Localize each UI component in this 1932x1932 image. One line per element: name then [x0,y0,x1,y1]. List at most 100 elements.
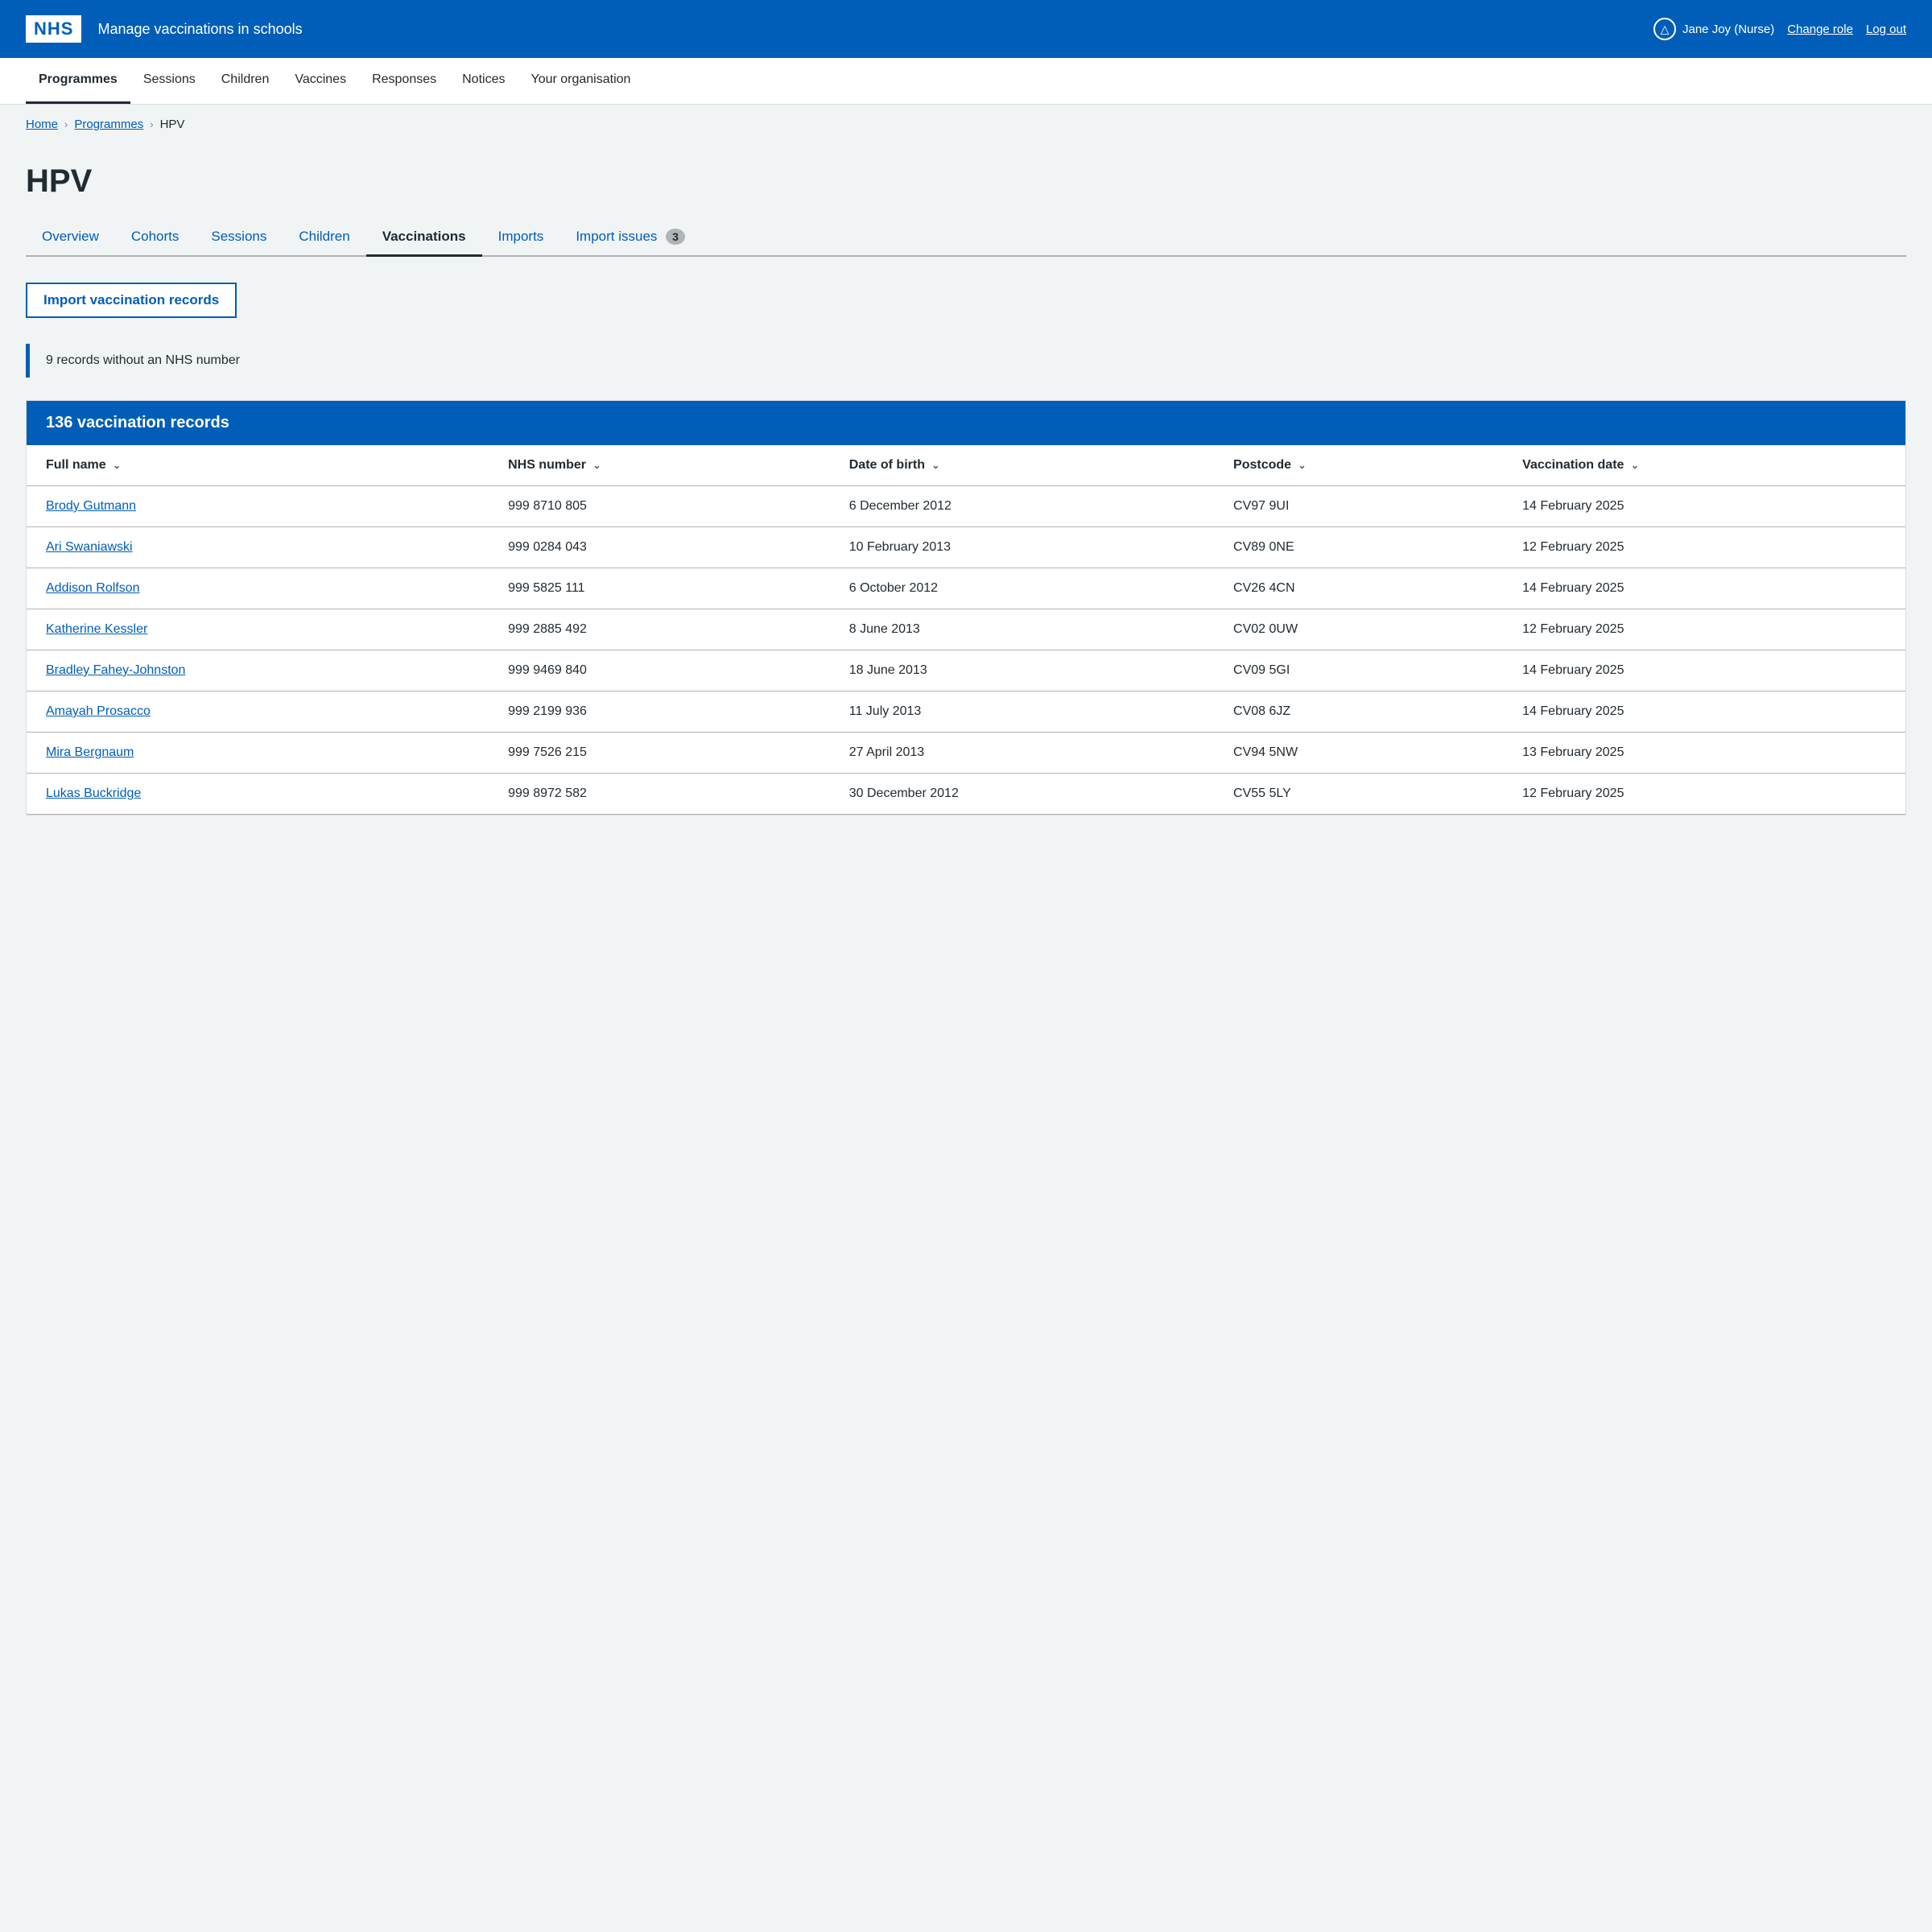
cell-vax-date-0: 14 February 2025 [1503,486,1905,527]
cell-name-7: Lukas Buckridge [27,774,489,815]
cell-vax-date-2: 14 February 2025 [1503,568,1905,609]
tab-import-issues[interactable]: Import issues 3 [559,219,701,257]
cell-vax-date-6: 13 February 2025 [1503,733,1905,774]
cell-nhs-4: 999 9469 840 [489,650,830,691]
cell-nhs-7: 999 8972 582 [489,774,830,815]
tab-children[interactable]: Children [283,219,365,257]
warning-notice: 9 records without an NHS number [26,344,1906,378]
cell-dob-0: 6 December 2012 [830,486,1214,527]
cell-vax-date-7: 12 February 2025 [1503,774,1905,815]
nav-item-programmes[interactable]: Programmes [26,58,130,104]
cell-dob-1: 10 February 2013 [830,527,1214,568]
cell-name-6: Mira Bergnaum [27,733,489,774]
tab-overview[interactable]: Overview [26,219,115,257]
cell-postcode-0: CV97 9UI [1214,486,1503,527]
sort-icon-dob: ⌄ [931,460,939,471]
sort-icon-nhs: ⌄ [592,460,601,471]
nav-item-vaccines[interactable]: Vaccines [282,58,359,104]
user-icon: △ [1653,18,1676,40]
table-row: Amayah Prosacco 999 2199 936 11 July 201… [27,691,1905,733]
sort-icon-postcode: ⌄ [1298,460,1306,471]
breadcrumb-programmes[interactable]: Programmes [74,118,143,131]
import-issues-badge: 3 [666,229,685,245]
change-role-link[interactable]: Change role [1787,23,1853,36]
nav-item-sessions[interactable]: Sessions [130,58,208,104]
cell-nhs-2: 999 5825 111 [489,568,830,609]
cell-name-2: Addison Rolfson [27,568,489,609]
header-right: △ Jane Joy (Nurse) Change role Log out [1653,18,1906,40]
tab-vaccinations[interactable]: Vaccinations [366,219,482,257]
patient-link-7[interactable]: Lukas Buckridge [46,786,141,800]
vaccination-records-table: Full name ⌄ NHS number ⌄ Date of birth ⌄… [27,445,1905,815]
table-row: Katherine Kessler 999 2885 492 8 June 20… [27,609,1905,650]
site-header: NHS Manage vaccinations in schools △ Jan… [0,0,1932,58]
breadcrumb-sep-2: › [150,118,153,130]
cell-name-3: Katherine Kessler [27,609,489,650]
cell-dob-5: 11 July 2013 [830,691,1214,733]
nav-item-notices[interactable]: Notices [449,58,518,104]
cell-nhs-5: 999 2199 936 [489,691,830,733]
nav-item-children[interactable]: Children [208,58,283,104]
table-row: Mira Bergnaum 999 7526 215 27 April 2013… [27,733,1905,774]
breadcrumb-sep-1: › [64,118,68,130]
records-count-text: 136 vaccination records [46,414,229,431]
cell-dob-2: 6 October 2012 [830,568,1214,609]
patient-link-6[interactable]: Mira Bergnaum [46,745,134,759]
cell-vax-date-3: 12 February 2025 [1503,609,1905,650]
col-header-dob[interactable]: Date of birth ⌄ [830,445,1214,486]
tab-sessions[interactable]: Sessions [195,219,283,257]
table-header-row: Full name ⌄ NHS number ⌄ Date of birth ⌄… [27,445,1905,486]
site-title: Manage vaccinations in schools [97,21,302,38]
cell-nhs-1: 999 0284 043 [489,527,830,568]
breadcrumb-current: HPV [160,118,185,131]
col-header-postcode[interactable]: Postcode ⌄ [1214,445,1503,486]
main-content: HPV Overview Cohorts Sessions Children V… [0,144,1932,854]
patient-link-5[interactable]: Amayah Prosacco [46,704,151,718]
table-row: Lukas Buckridge 999 8972 582 30 December… [27,774,1905,815]
cell-postcode-1: CV89 0NE [1214,527,1503,568]
sort-icon-name: ⌄ [113,460,121,471]
nav-item-responses[interactable]: Responses [359,58,449,104]
user-name: Jane Joy (Nurse) [1682,23,1774,36]
cell-postcode-4: CV09 5GI [1214,650,1503,691]
records-count-header: 136 vaccination records [27,401,1905,445]
tab-imports[interactable]: Imports [482,219,560,257]
table-row: Bradley Fahey-Johnston 999 9469 840 18 J… [27,650,1905,691]
col-header-full-name[interactable]: Full name ⌄ [27,445,489,486]
breadcrumb: Home › Programmes › HPV [0,105,1932,144]
patient-link-4[interactable]: Bradley Fahey-Johnston [46,663,185,677]
nav-item-your-organisation[interactable]: Your organisation [518,58,643,104]
header-left: NHS Manage vaccinations in schools [26,15,303,43]
table-row: Ari Swaniawski 999 0284 043 10 February … [27,527,1905,568]
col-header-vaccination-date[interactable]: Vaccination date ⌄ [1503,445,1905,486]
patient-link-2[interactable]: Addison Rolfson [46,581,140,595]
log-out-link[interactable]: Log out [1866,23,1906,36]
cell-dob-4: 18 June 2013 [830,650,1214,691]
main-nav: Programmes Sessions Children Vaccines Re… [0,58,1932,105]
sort-icon-vax-date: ⌄ [1631,460,1639,471]
patient-link-0[interactable]: Brody Gutmann [46,499,136,513]
cell-nhs-3: 999 2885 492 [489,609,830,650]
cell-dob-6: 27 April 2013 [830,733,1214,774]
cell-name-4: Bradley Fahey-Johnston [27,650,489,691]
patient-link-3[interactable]: Katherine Kessler [46,622,147,636]
import-vaccination-records-button[interactable]: Import vaccination records [26,283,237,318]
cell-dob-7: 30 December 2012 [830,774,1214,815]
cell-postcode-7: CV55 5LY [1214,774,1503,815]
cell-dob-3: 8 June 2013 [830,609,1214,650]
tab-bar: Overview Cohorts Sessions Children Vacci… [26,219,1906,257]
tab-cohorts[interactable]: Cohorts [115,219,196,257]
cell-name-0: Brody Gutmann [27,486,489,527]
cell-vax-date-1: 12 February 2025 [1503,527,1905,568]
breadcrumb-home[interactable]: Home [26,118,58,131]
cell-vax-date-5: 14 February 2025 [1503,691,1905,733]
col-header-nhs-number[interactable]: NHS number ⌄ [489,445,830,486]
cell-postcode-3: CV02 0UW [1214,609,1503,650]
warning-text: 9 records without an NHS number [46,353,240,367]
patient-link-1[interactable]: Ari Swaniawski [46,540,133,554]
cell-vax-date-4: 14 February 2025 [1503,650,1905,691]
user-info: △ Jane Joy (Nurse) [1653,18,1774,40]
table-row: Brody Gutmann 999 8710 805 6 December 20… [27,486,1905,527]
cell-name-5: Amayah Prosacco [27,691,489,733]
cell-postcode-6: CV94 5NW [1214,733,1503,774]
